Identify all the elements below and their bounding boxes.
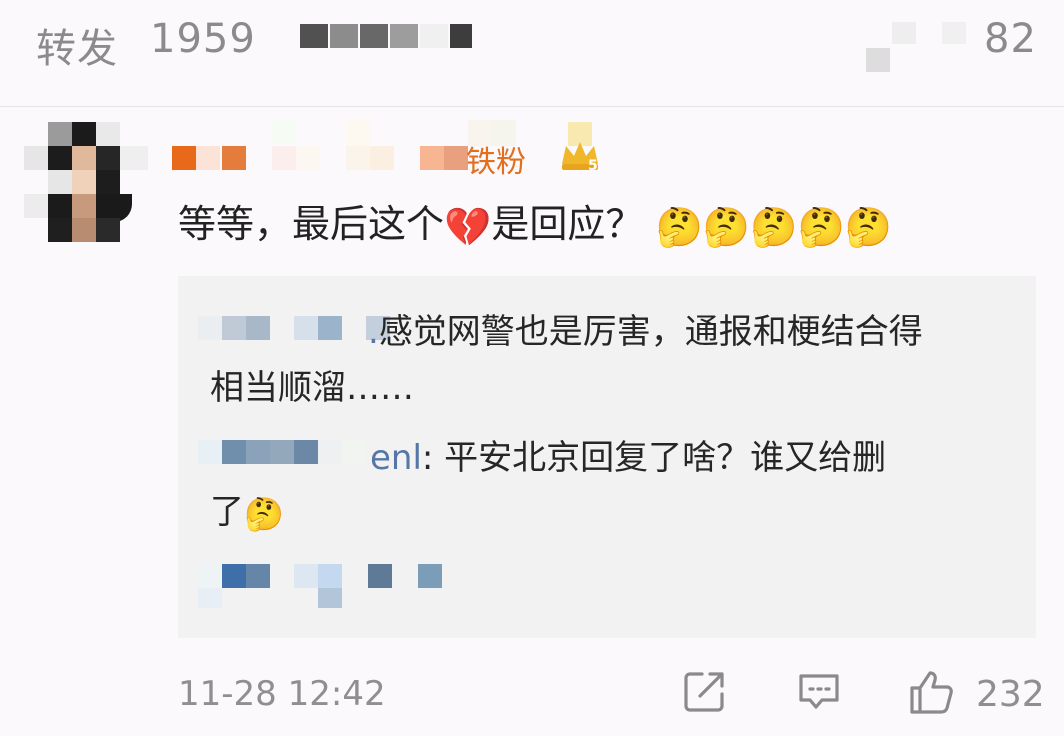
thumbs-up-icon[interactable] [908, 668, 956, 716]
thinking-emoji-icon: 🤔 [702, 204, 751, 249]
reply-thread[interactable]: .感觉网警也是厉害，通报和梗结合得 相当顺溜…… enl: 平安北京回复了啥？谁… [178, 276, 1036, 638]
reply-2-line-2: 了🤔 [210, 484, 284, 540]
reply-author-2-tail[interactable]: enl [370, 438, 422, 478]
comment-icon[interactable] [796, 668, 842, 714]
thinking-emoji-icon: 🤔 [844, 204, 893, 249]
comment-text: 等等，最后这个💔是回应？ 🤔🤔🤔🤔🤔 [178, 196, 892, 252]
svg-text:5: 5 [588, 158, 598, 172]
thinking-emoji-icon: 🤔 [655, 204, 703, 249]
reply-2-text: : 平安北京回复了啥？谁又给删 [421, 438, 887, 478]
commenter-name[interactable] [172, 120, 612, 174]
broken-heart-icon: 💔 [444, 204, 492, 249]
right-count: 82 [984, 16, 1037, 62]
top-tabs: 转发 1959 82 [0, 0, 1064, 107]
reply-author-1[interactable] [198, 316, 390, 344]
fan-badge: 铁粉 [466, 145, 526, 180]
like-count: 232 [976, 674, 1045, 715]
reply-author-2[interactable] [198, 440, 374, 468]
comment-footer: 11-28 12:42 232 [0, 660, 1064, 730]
thinking-emoji-icon: 🤔 [750, 204, 798, 249]
thinking-emoji-icon: 🤔 [244, 494, 284, 533]
comment-text-part2: 是回应？ [491, 202, 644, 246]
blurred-tab-right [866, 22, 966, 74]
blurred-tab-label [300, 24, 472, 60]
timestamp: 11-28 12:42 [178, 674, 386, 714]
crown-badge-icon: 5 [562, 142, 598, 172]
repost-tab-label[interactable]: 转发 [36, 16, 118, 74]
reply-1-line-2: 相当顺溜…… [210, 368, 414, 408]
reply-author-1-tail[interactable]: . [368, 312, 379, 352]
avatar[interactable] [24, 122, 148, 246]
share-icon[interactable] [682, 668, 728, 714]
reply-2-text-tail: 了 [210, 492, 244, 532]
reply-1-line-1: .感觉网警也是厉害，通报和梗结合得 [368, 304, 923, 360]
reply-1-text: 感觉网警也是厉害，通报和梗结合得 [378, 312, 923, 352]
repost-count: 1959 [150, 16, 256, 62]
thinking-emoji-icon: 🤔 [797, 204, 845, 249]
comment-text-part1: 等等，最后这个 [178, 202, 445, 246]
reply-2-line-1: enl: 平安北京回复了啥？谁又给删 [370, 430, 886, 486]
more-replies-link[interactable] [198, 564, 448, 614]
